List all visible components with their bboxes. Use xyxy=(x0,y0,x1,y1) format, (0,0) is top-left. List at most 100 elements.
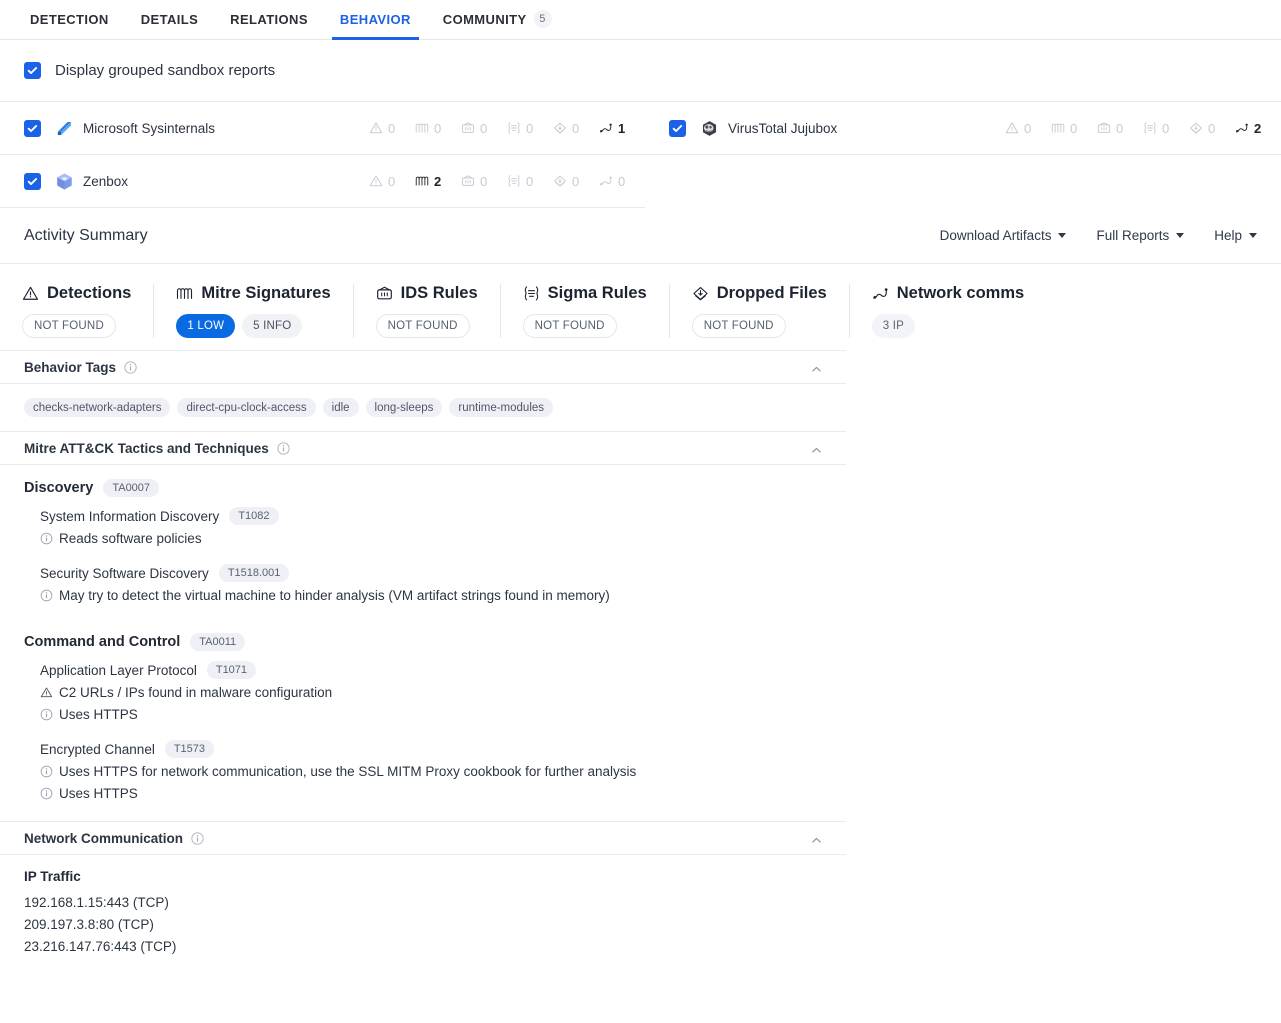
network-icon xyxy=(1235,121,1249,135)
network-icon xyxy=(599,121,613,135)
network-communication-panel-header[interactable]: Network Communication xyxy=(0,821,846,855)
card-badge[interactable]: NOT FOUND xyxy=(22,314,116,338)
card-badge[interactable]: NOT FOUND xyxy=(375,314,470,338)
behavior-tag[interactable]: long-sleeps xyxy=(365,398,443,417)
behavior-tag[interactable]: runtime-modules xyxy=(449,398,554,417)
sandbox-name[interactable]: Microsoft Sysinternals xyxy=(83,121,215,136)
tab-details[interactable]: DETAILS xyxy=(125,0,214,39)
stat-ids[interactable]: 0 xyxy=(461,121,507,136)
card-badge[interactable]: NOT FOUND xyxy=(522,314,617,338)
mitre-icon xyxy=(1051,121,1065,135)
technique-header: System Information Discovery T1082 xyxy=(40,507,822,525)
card-badges: NOT FOUND xyxy=(522,314,647,338)
stat-dropped-files[interactable]: 0 xyxy=(553,174,599,189)
technique-code[interactable]: T1082 xyxy=(229,507,279,525)
chevron-up-icon[interactable] xyxy=(811,362,822,373)
tab-community[interactable]: COMMUNITY 5 xyxy=(427,0,568,39)
info-icon[interactable] xyxy=(191,831,204,845)
stat-detections[interactable]: 0 xyxy=(369,174,415,189)
tab-behavior[interactable]: BEHAVIOR xyxy=(324,0,427,40)
ip-traffic-entry[interactable]: 23.216.147.76:443 (TCP) xyxy=(24,936,822,958)
tactic-code[interactable]: TA0011 xyxy=(190,633,246,651)
stat-network[interactable]: 2 xyxy=(1235,121,1281,136)
dropped-files-icon xyxy=(1189,121,1203,135)
stat-dropped-files[interactable]: 0 xyxy=(553,121,599,136)
chevron-up-icon[interactable] xyxy=(811,443,822,454)
behavior-tag[interactable]: idle xyxy=(322,398,359,417)
jujubox-logo xyxy=(700,119,728,138)
sandbox-checkbox[interactable] xyxy=(24,172,41,190)
stat-network[interactable]: 0 xyxy=(599,174,645,189)
sandbox-checkbox[interactable] xyxy=(669,119,686,137)
download-artifacts-dropdown[interactable]: Download Artifacts xyxy=(940,228,1067,243)
stat-sigma[interactable]: 0 xyxy=(507,174,553,189)
info-icon[interactable] xyxy=(277,441,290,455)
card-badge[interactable]: NOT FOUND xyxy=(691,314,786,338)
grouped-reports-row: Display grouped sandbox reports xyxy=(0,40,1281,102)
behavior-tags-title: Behavior Tags xyxy=(24,359,117,375)
stat-value: 0 xyxy=(1162,120,1170,136)
mitre-tactic: Command and Control TA0011 Application Lay… xyxy=(24,633,822,805)
stat-ids[interactable]: 0 xyxy=(461,174,507,189)
technique-code[interactable]: T1518.001 xyxy=(218,564,290,582)
info-icon[interactable] xyxy=(124,360,137,374)
info-icon xyxy=(40,529,53,545)
card-title: Sigma Rules xyxy=(523,284,647,303)
sandbox-checkbox[interactable] xyxy=(24,119,41,137)
stat-value: 0 xyxy=(434,120,442,136)
card-badges: NOT FOUND xyxy=(22,314,131,338)
behavior-tags-panel-header[interactable]: Behavior Tags xyxy=(0,350,846,384)
technique-signature: Reads software policies xyxy=(40,528,822,550)
network-communication-body: IP Traffic 192.168.1.15:443 (TCP) 209.197… xyxy=(0,855,846,972)
stat-mitre[interactable]: 0 xyxy=(415,121,461,136)
card-title-label: Mitre Signatures xyxy=(201,284,331,302)
card-badge[interactable]: 3 IP xyxy=(871,314,915,338)
full-reports-dropdown[interactable]: Full Reports xyxy=(1096,228,1185,243)
sandbox-name[interactable]: Zenbox xyxy=(83,174,128,189)
tab-detection[interactable]: DETECTION xyxy=(14,0,125,39)
tactic-header: Discovery TA0007 xyxy=(24,479,822,497)
stat-value: 0 xyxy=(388,120,396,136)
stat-detections[interactable]: 0 xyxy=(1005,121,1051,136)
tab-label: COMMUNITY xyxy=(442,11,527,27)
sysinternals-logo xyxy=(55,119,83,138)
summary-card-detections: Detections NOT FOUND xyxy=(0,284,153,338)
technique-signature: Uses HTTPS xyxy=(40,704,822,726)
ip-traffic-entry[interactable]: 209.197.3.8:80 (TCP) xyxy=(24,914,822,936)
stat-sigma[interactable]: 0 xyxy=(1143,121,1189,136)
chevron-down-icon xyxy=(1249,233,1257,238)
stat-mitre[interactable]: 0 xyxy=(1051,121,1097,136)
stat-dropped-files[interactable]: 0 xyxy=(1189,121,1235,136)
technique-name: Application Layer Protocol xyxy=(40,662,197,678)
info-icon xyxy=(40,784,53,800)
chevron-up-icon[interactable] xyxy=(811,833,822,844)
technique-code[interactable]: T1071 xyxy=(206,661,257,679)
signature-text: Uses HTTPS for network communication, us… xyxy=(59,764,637,779)
mitre-attack-panel-header[interactable]: Mitre ATT&CK Tactics and Techniques xyxy=(0,431,846,465)
network-icon xyxy=(872,285,889,302)
stat-detections[interactable]: 0 xyxy=(369,121,415,136)
network-communication-panel: Network Communication IP Traffic 192.168… xyxy=(0,821,846,972)
technique-code[interactable]: T1573 xyxy=(164,740,215,758)
card-badge[interactable]: 5 INFO xyxy=(242,314,303,338)
tab-relations[interactable]: RELATIONS xyxy=(214,0,324,39)
stat-ids[interactable]: 0 xyxy=(1097,121,1143,136)
help-dropdown[interactable]: Help xyxy=(1214,228,1257,243)
ip-traffic-entry[interactable]: 192.168.1.15:443 (TCP) xyxy=(24,892,822,914)
behavior-tag[interactable]: direct-cpu-clock-access xyxy=(177,398,316,417)
behavior-tag[interactable]: checks-network-adapters xyxy=(24,398,171,417)
sandbox-row: Zenbox 0 2 0 0 0 0 xyxy=(0,155,645,208)
stat-network[interactable]: 1 xyxy=(599,121,645,136)
sandbox-row-empty xyxy=(645,155,1281,208)
sandbox-name[interactable]: VirusTotal Jujubox xyxy=(728,121,837,136)
card-title-label: Dropped Files xyxy=(716,284,827,302)
technique-signature: Uses HTTPS xyxy=(40,783,822,805)
card-badge[interactable]: 1 LOW xyxy=(176,314,236,338)
display-grouped-sandbox-reports-checkbox[interactable] xyxy=(24,62,41,79)
stat-mitre[interactable]: 2 xyxy=(415,174,461,189)
stat-sigma[interactable]: 0 xyxy=(507,121,553,136)
dropdown-label: Help xyxy=(1214,228,1242,243)
tactic-code[interactable]: TA0007 xyxy=(103,479,160,497)
signature-text: May try to detect the virtual machine to… xyxy=(59,588,610,603)
grouped-reports-label: Display grouped sandbox reports xyxy=(55,62,276,79)
